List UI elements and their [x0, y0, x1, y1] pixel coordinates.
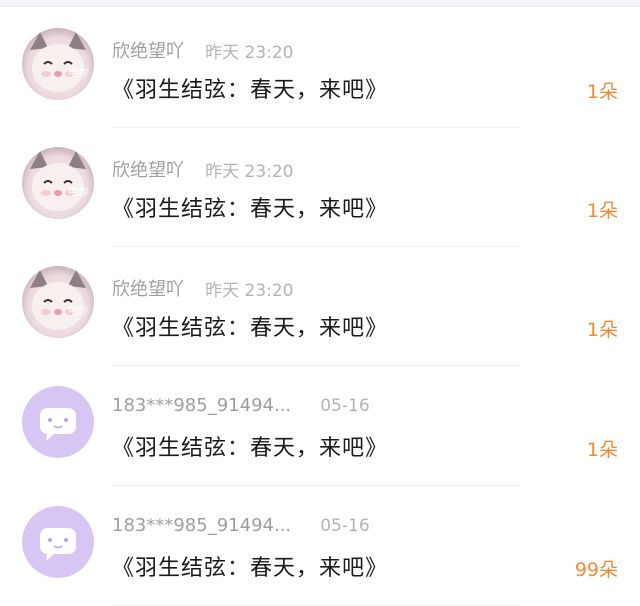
username[interactable]: 183***985_91494...	[112, 395, 291, 416]
timestamp: 昨天 23:20	[205, 280, 294, 301]
username[interactable]: 183***985_91494...	[112, 515, 291, 536]
item-meta: 183***985_91494... 05-16	[112, 515, 370, 545]
flower-count: 1朵	[586, 439, 618, 461]
flower-count: 1朵	[586, 81, 618, 103]
item-meta: 183***985_91494... 05-16	[112, 395, 370, 425]
cat-avatar[interactable]: 电你	[22, 28, 94, 100]
list-item[interactable]: 183***985_91494... 05-16 《羽生结弦：春天，来吧》 99…	[0, 486, 640, 606]
avatar-badge: 电你	[68, 66, 88, 79]
cat-avatar[interactable]: 电你	[22, 147, 94, 219]
flower-count: 99朵	[574, 559, 618, 581]
list-item[interactable]: 电你 欣绝望吖 昨天 23:20 《羽生结弦：春天，来吧》 1朵	[0, 127, 640, 247]
work-title: 《羽生结弦：春天，来吧》	[112, 436, 389, 461]
work-title: 《羽生结弦：春天，来吧》	[112, 316, 389, 341]
list-item[interactable]: 电你 欣绝望吖 昨天 23:20 《羽生结弦：春天，来吧》 1朵	[0, 246, 640, 366]
cat-avatar[interactable]: 电你	[22, 266, 94, 338]
timestamp: 05-16	[320, 515, 370, 536]
avatar-badge: 电你	[68, 304, 88, 317]
work-title: 《羽生结弦：春天，来吧》	[112, 78, 389, 103]
avatar-badge: 电你	[68, 185, 88, 198]
flower-count: 1朵	[586, 319, 618, 341]
list-item[interactable]: 电你 欣绝望吖 昨天 23:20 《羽生结弦：春天，来吧》 1朵	[0, 8, 640, 128]
username[interactable]: 欣绝望吖	[112, 160, 184, 181]
timestamp: 05-16	[320, 395, 370, 416]
gift-record-list: 电你 欣绝望吖 昨天 23:20 《羽生结弦：春天，来吧》 1朵 电你 欣绝望吖…	[0, 0, 640, 606]
list-item[interactable]: 183***985_91494... 05-16 《羽生结弦：春天，来吧》 1朵	[0, 366, 640, 486]
chat-bubble-avatar[interactable]	[22, 506, 94, 578]
work-title: 《羽生结弦：春天，来吧》	[112, 556, 389, 581]
timestamp: 昨天 23:20	[205, 161, 294, 182]
item-meta: 欣绝望吖 昨天 23:20	[112, 156, 294, 186]
username[interactable]: 欣绝望吖	[112, 279, 184, 300]
timestamp: 昨天 23:20	[205, 42, 294, 63]
work-title: 《羽生结弦：春天，来吧》	[112, 197, 389, 222]
flower-count: 1朵	[586, 200, 618, 222]
item-meta: 欣绝望吖 昨天 23:20	[112, 37, 294, 67]
item-meta: 欣绝望吖 昨天 23:20	[112, 275, 294, 305]
username[interactable]: 欣绝望吖	[112, 41, 184, 62]
chat-bubble-avatar[interactable]	[22, 386, 94, 458]
